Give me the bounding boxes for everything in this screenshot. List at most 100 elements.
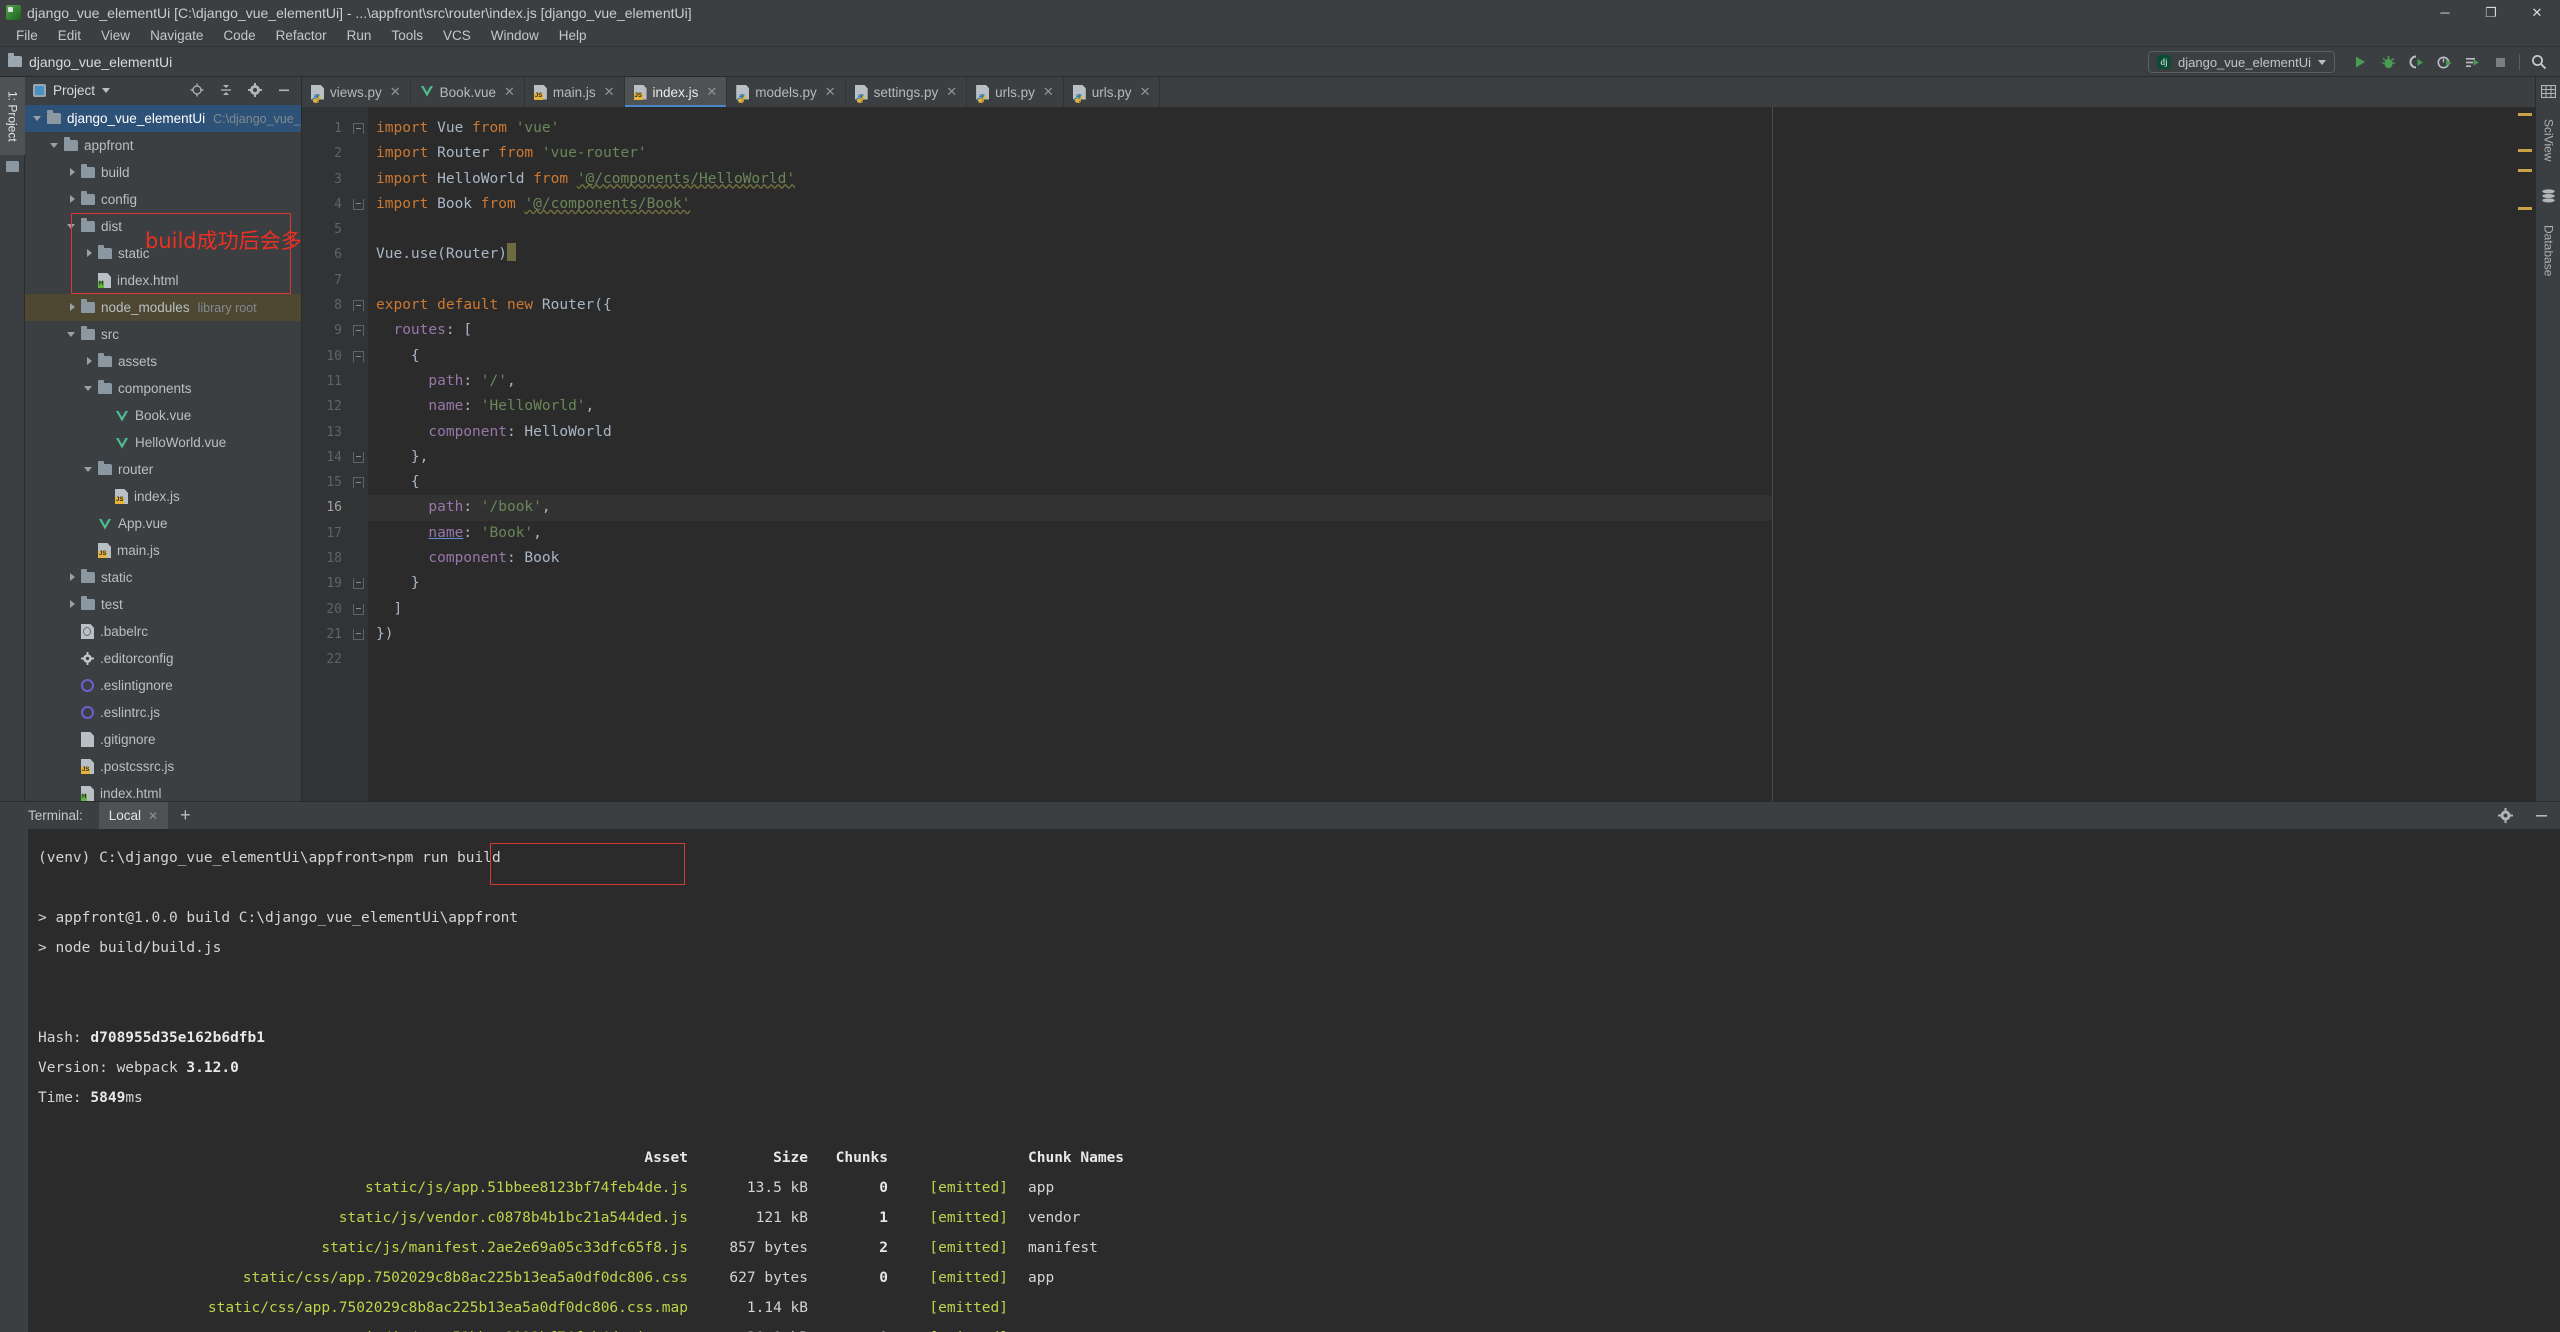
fold-marker-slot[interactable] — [350, 141, 368, 166]
fold-marker-slot[interactable] — [350, 344, 368, 369]
sidebar-item-sciview[interactable]: SciView — [2536, 103, 2560, 178]
menu-item-view[interactable]: View — [91, 26, 140, 45]
terminal-tab-local[interactable]: Local ✕ — [98, 802, 169, 829]
editor-tab-views-py[interactable]: views.py ✕ — [302, 77, 411, 107]
menu-item-help[interactable]: Help — [549, 26, 597, 45]
run-icon[interactable] — [2347, 49, 2373, 75]
fold-marker-icon[interactable] — [353, 300, 364, 312]
fold-marker-icon[interactable] — [353, 198, 364, 210]
collapse-all-icon[interactable] — [213, 77, 239, 103]
profile-icon[interactable] — [2431, 49, 2457, 75]
hide-panel-icon[interactable] — [271, 77, 297, 103]
code-line[interactable]: } — [368, 571, 1772, 596]
tree-item--gitignore[interactable]: .gitignore — [25, 726, 301, 753]
fold-marker-slot[interactable] — [350, 192, 368, 217]
minimize-button[interactable]: ─ — [2422, 0, 2468, 25]
settings-gear-icon[interactable] — [242, 77, 268, 103]
fold-marker-slot[interactable] — [350, 167, 368, 192]
tree-item-router[interactable]: router — [25, 456, 301, 483]
fold-marker-slot[interactable] — [350, 597, 368, 622]
menu-item-edit[interactable]: Edit — [48, 26, 91, 45]
tree-item--editorconfig[interactable]: .editorconfig — [25, 645, 301, 672]
fold-marker-slot[interactable] — [350, 318, 368, 343]
code-line[interactable]: }) — [368, 622, 1772, 647]
code-line[interactable]: import Router from 'vue-router' — [368, 141, 1772, 166]
tree-item-node-modules[interactable]: node_modules library root — [25, 294, 301, 321]
collapse-arrow-icon[interactable] — [33, 113, 44, 124]
search-everywhere-icon[interactable] — [2526, 49, 2552, 75]
run-configuration-selector[interactable]: dj django_vue_elementUi — [2148, 51, 2335, 73]
fold-marker-slot[interactable] — [350, 445, 368, 470]
breadcrumb-project[interactable]: django_vue_elementUi — [29, 54, 172, 70]
tree-item-static[interactable]: static — [25, 564, 301, 591]
close-button[interactable]: ✕ — [2514, 0, 2560, 25]
tree-item-assets[interactable]: assets — [25, 348, 301, 375]
tree-item-test[interactable]: test — [25, 591, 301, 618]
expand-arrow-icon[interactable] — [67, 572, 78, 583]
run-with-console-icon[interactable] — [2459, 49, 2485, 75]
collapse-arrow-icon[interactable] — [84, 383, 95, 394]
code-line[interactable]: import Vue from 'vue' — [368, 116, 1772, 141]
settings-gear-icon[interactable] — [2492, 803, 2518, 829]
code-line[interactable] — [368, 268, 1772, 293]
tree-item-index-html[interactable]: Hindex.html — [25, 267, 301, 294]
expand-arrow-icon[interactable] — [67, 599, 78, 610]
tree-item-config[interactable]: config — [25, 186, 301, 213]
tree-item--postcssrc-js[interactable]: JS .postcssrc.js — [25, 753, 301, 780]
chevron-down-icon[interactable] — [102, 87, 111, 93]
fold-marker-icon[interactable] — [353, 350, 364, 362]
fold-marker-slot[interactable] — [350, 369, 368, 394]
expand-arrow-icon[interactable] — [84, 356, 95, 367]
close-icon[interactable]: ✕ — [604, 84, 615, 100]
tree-item--babelrc[interactable]: .babelrc — [25, 618, 301, 645]
code-line[interactable] — [368, 217, 1772, 242]
code-line[interactable]: export default new Router({ — [368, 293, 1772, 318]
fold-marker-slot[interactable] — [350, 394, 368, 419]
code-line[interactable]: name: 'HelloWorld', — [368, 394, 1772, 419]
tree-item-book-vue[interactable]: Book.vue — [25, 402, 301, 429]
code-line[interactable]: component: HelloWorld — [368, 420, 1772, 445]
code-line[interactable]: path: '/', — [368, 369, 1772, 394]
locate-icon[interactable] — [184, 77, 210, 103]
code-line[interactable]: }, — [368, 445, 1772, 470]
editor-tab-index-js[interactable]: JS index.js ✕ — [624, 77, 728, 107]
editor-tab-book-vue[interactable]: Book.vue ✕ — [411, 77, 525, 107]
tree-item-src[interactable]: src — [25, 321, 301, 348]
fold-marker-slot[interactable] — [350, 420, 368, 445]
fold-marker-slot[interactable] — [350, 217, 368, 242]
collapse-arrow-icon[interactable] — [67, 329, 78, 340]
fold-marker-icon[interactable] — [353, 123, 364, 134]
expand-arrow-icon[interactable] — [84, 248, 95, 259]
tree-item-index-js[interactable]: JS index.js — [25, 483, 301, 510]
tree-item-app-vue[interactable]: App.vue — [25, 510, 301, 537]
fold-marker-slot[interactable] — [350, 571, 368, 596]
fold-marker-slot[interactable] — [350, 546, 368, 571]
expand-arrow-icon[interactable] — [67, 194, 78, 205]
code-line[interactable]: component: Book — [368, 546, 1772, 571]
code-line[interactable]: path: '/book', — [368, 495, 1772, 521]
fold-marker-slot[interactable] — [350, 470, 368, 495]
tree-item--eslintignore[interactable]: .eslintignore — [25, 672, 301, 699]
code-line[interactable]: ] — [368, 597, 1772, 622]
tree-item-components[interactable]: components — [25, 375, 301, 402]
tree-item--eslintrc-js[interactable]: .eslintrc.js — [25, 699, 301, 726]
code-line[interactable]: Vue.use(Router) — [368, 242, 1772, 267]
hide-panel-icon[interactable] — [2528, 803, 2554, 829]
fold-marker-icon[interactable] — [353, 628, 364, 640]
editor-tab-settings-py[interactable]: settings.py ✕ — [846, 77, 968, 107]
close-icon[interactable]: ✕ — [825, 84, 836, 100]
code-line[interactable]: routes: [ — [368, 318, 1772, 343]
close-icon[interactable]: ✕ — [148, 809, 158, 823]
debug-icon[interactable] — [2375, 49, 2401, 75]
tree-item-appfront[interactable]: appfront — [25, 132, 301, 159]
close-icon[interactable]: ✕ — [504, 84, 515, 100]
terminal-command-line[interactable]: (venv) C:\django_vue_elementUi\appfront>… — [38, 843, 2560, 873]
coverage-icon[interactable] — [2403, 49, 2429, 75]
fold-marker-slot[interactable] — [350, 622, 368, 647]
editor-tab-models-py[interactable]: models.py ✕ — [727, 77, 846, 107]
fold-marker-slot[interactable] — [350, 268, 368, 293]
editor-tab-main-js[interactable]: JS main.js ✕ — [525, 77, 625, 107]
collapse-arrow-icon[interactable] — [50, 140, 61, 151]
add-terminal-icon[interactable]: + — [180, 805, 191, 826]
collapse-arrow-icon[interactable] — [67, 221, 78, 232]
